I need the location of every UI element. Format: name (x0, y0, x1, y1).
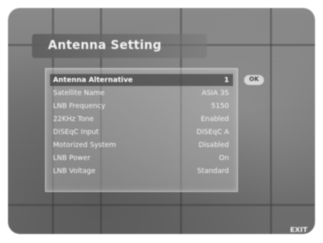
setting-row-lnb-power[interactable]: LNB Power On (50, 152, 233, 164)
setting-value: 5150 (211, 102, 229, 110)
setting-label: LNB Power (53, 154, 91, 162)
setting-label: LNB Voltage (53, 167, 96, 175)
setting-label: Motorized System (53, 141, 116, 149)
menu-title-bar: Antenna Setting (32, 34, 207, 58)
setting-value: Standard (197, 167, 229, 175)
setting-value: Disabled (198, 141, 229, 149)
setting-row-lnb-frequency[interactable]: LNB Frequency 5150 (50, 100, 233, 112)
setting-label: Antenna Alternative (53, 76, 133, 84)
page-title: Antenna Setting (48, 38, 162, 52)
setting-row-22khz-tone[interactable]: 22KHz Tone Enabled (50, 113, 233, 125)
setting-label: 22KHz Tone (53, 115, 94, 123)
setting-value: On (219, 154, 229, 162)
setting-value: ASIA 3S (201, 89, 229, 97)
setting-value: DiSEqC A (196, 128, 229, 136)
setting-value: 1 (224, 76, 229, 84)
setting-value: Enabled (200, 115, 229, 123)
setting-label: DiSEqC Input (53, 128, 99, 136)
setting-row-motorized-system[interactable]: Motorized System Disabled (50, 139, 233, 151)
background-gridline (8, 204, 315, 206)
tv-screen: Antenna Setting Antenna Alternative 1 Sa… (8, 8, 315, 234)
ok-key-hint[interactable]: OK (244, 75, 264, 85)
setting-label: Satellite Name (53, 89, 105, 97)
background-gridline (270, 8, 272, 234)
setting-row-lnb-voltage[interactable]: LNB Voltage Standard (50, 165, 233, 177)
setting-label: LNB Frequency (53, 102, 106, 110)
setting-row-diseqc-input[interactable]: DiSEqC Input DiSEqC A (50, 126, 233, 138)
setting-row-antenna-alternative[interactable]: Antenna Alternative 1 (50, 74, 233, 86)
exit-key-hint[interactable]: EXIT (290, 226, 308, 234)
setting-row-satellite-name[interactable]: Satellite Name ASIA 3S (50, 87, 233, 99)
antenna-settings-list: Antenna Alternative 1 Satellite Name ASI… (45, 68, 238, 192)
